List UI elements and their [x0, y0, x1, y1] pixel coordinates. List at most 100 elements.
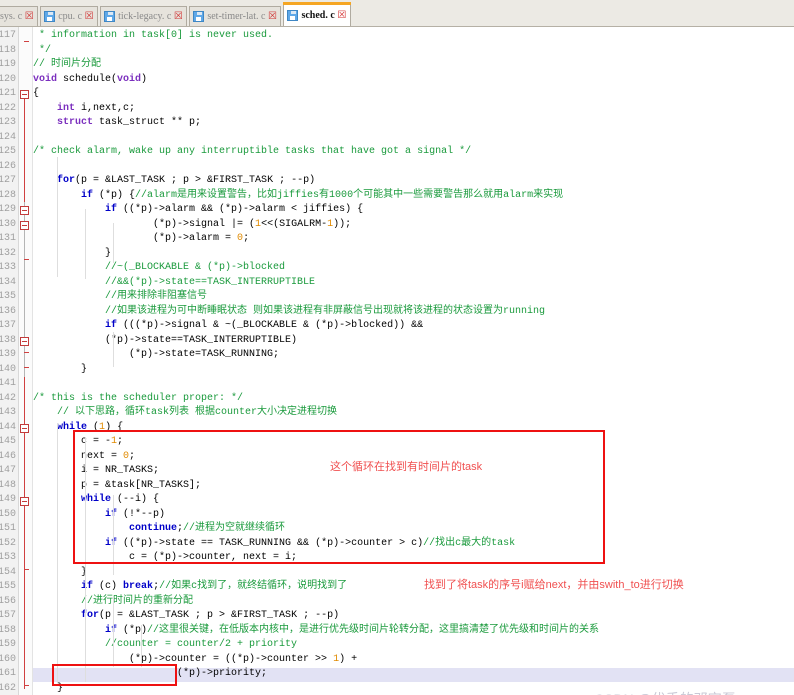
code-line[interactable]: (*p)->signal |= (1<<(SIGALRM-1));: [33, 218, 351, 233]
line-number: 157: [0, 610, 16, 621]
code-text-layer[interactable]: 117 * information in task[0] is never us…: [0, 27, 794, 695]
code-line[interactable]: * information in task[0] is never used.: [33, 29, 273, 44]
code-line[interactable]: //如果该进程为可中断睡眠状态 则如果该进程有非屏蔽信号出现就将该进程的状态设置…: [33, 305, 545, 320]
editor-tab-tick-legacy-c[interactable]: tick-legacy. c ☒: [100, 6, 188, 26]
line-number: 122: [0, 102, 16, 114]
close-icon[interactable]: ☒: [84, 11, 94, 22]
fold-end-tick: [24, 41, 29, 42]
line-number: 135: [0, 291, 16, 302]
code-line[interactable]: if (((*p)->signal & ~(_BLOCKABLE & (*p)-…: [33, 319, 423, 334]
code-line[interactable]: /* this is the scheduler proper: */: [33, 392, 243, 407]
code-line[interactable]: (*p)->state=TASK_RUNNING;: [33, 348, 279, 363]
fold-toggle[interactable]: [20, 90, 29, 99]
close-icon[interactable]: ☒: [173, 11, 183, 22]
fold-end-tick: [24, 367, 29, 368]
line-number: 126: [0, 160, 16, 172]
indent-guide: [85, 209, 86, 279]
tab-label: tick-legacy. c: [118, 11, 172, 22]
line-number: 158: [0, 624, 16, 636]
line-number: 143: [0, 407, 16, 418]
code-line[interactable]: // 时间片分配: [33, 58, 101, 73]
fold-toggle[interactable]: [20, 337, 29, 346]
code-line[interactable]: if (*p) {//alarm是用来设置警告，比如jiffies有1000个可…: [33, 189, 563, 204]
line-number: 139: [0, 349, 16, 360]
code-line[interactable]: }: [33, 566, 87, 581]
fold-end-tick: [24, 259, 29, 260]
highlight-box-switch-to: [52, 664, 177, 686]
line-number: 119: [0, 59, 16, 70]
editor-tab-cpu-c[interactable]: cpu. c ☒: [40, 6, 99, 26]
fold-toggle[interactable]: [20, 206, 29, 215]
line-number: 141: [0, 378, 16, 389]
indent-guide: [113, 223, 114, 263]
line-number: 152: [0, 537, 16, 549]
save-disk-icon: [193, 11, 205, 22]
line-number: 136: [0, 305, 16, 317]
line-number: 117: [0, 30, 16, 41]
save-disk-icon: [287, 10, 299, 21]
line-number: 132: [0, 247, 16, 259]
code-line[interactable]: if (*p)//这里很关键，在低版本内核中，是进行优先级时间片轮转分配，这里搞…: [33, 624, 599, 639]
code-line[interactable]: //~(_BLOCKABLE & (*p)->blocked: [33, 261, 285, 276]
code-line[interactable]: //&&(*p)->state==TASK_INTERRUPTIBLE: [33, 276, 315, 291]
close-icon[interactable]: ☒: [267, 11, 277, 22]
code-line[interactable]: */: [33, 44, 51, 59]
line-number: 160: [0, 653, 16, 665]
code-line[interactable]: }: [33, 363, 87, 378]
close-icon[interactable]: ☒: [24, 11, 34, 22]
code-line[interactable]: // 以下思路，循环task列表 根据counter大小决定进程切换: [33, 406, 337, 421]
code-line[interactable]: }: [33, 247, 111, 262]
line-number: 130: [0, 218, 16, 230]
indent-guide: [113, 597, 114, 667]
close-icon[interactable]: ☒: [337, 10, 347, 21]
code-line[interactable]: if ((*p)->alarm && (*p)->alarm < jiffies…: [33, 203, 363, 218]
code-line[interactable]: (*p)->state==TASK_INTERRUPTIBLE): [33, 334, 297, 349]
line-number: 144: [0, 421, 16, 433]
line-number: 140: [0, 363, 16, 375]
line-number: 142: [0, 392, 16, 404]
code-line[interactable]: if (c) break;//如果c找到了，就终结循环，说明找到了: [33, 580, 347, 595]
line-number: 162: [0, 682, 16, 694]
code-line[interactable]: (*p)->alarm = 0;: [33, 232, 249, 247]
annotation-loop-note: 这个循环在找到有时间片的task: [330, 461, 483, 473]
code-line[interactable]: for(p = &LAST_TASK ; p > &FIRST_TASK ; -…: [33, 174, 315, 189]
line-number: 124: [0, 131, 16, 143]
indent-guide: [57, 423, 58, 683]
line-number: 120: [0, 73, 16, 85]
line-number: 138: [0, 334, 16, 346]
line-number: 133: [0, 262, 16, 273]
fold-toggle[interactable]: [20, 424, 29, 433]
line-number: 155: [0, 581, 16, 592]
line-number: 123: [0, 117, 16, 128]
code-line[interactable]: for(p = &LAST_TASK ; p > &FIRST_TASK ; -…: [33, 609, 339, 624]
fold-end-tick: [24, 685, 29, 686]
line-number: 129: [0, 204, 16, 215]
fold-toggle[interactable]: [20, 221, 29, 230]
line-number: 118: [0, 44, 16, 56]
code-line[interactable]: int i,next,c;: [33, 102, 135, 117]
line-number: 127: [0, 175, 16, 186]
code-line[interactable]: /* check alarm, wake up any interruptibl…: [33, 145, 471, 160]
code-editor-window: sys. c ☒ cpu. c ☒ tick-legacy. c ☒ set-timer-l…: [0, 0, 794, 695]
line-number: 145: [0, 436, 16, 447]
line-number: 156: [0, 595, 16, 607]
fold-rail: [24, 99, 25, 689]
line-number: 153: [0, 552, 16, 563]
code-line[interactable]: //counter = counter/2 + priority: [33, 638, 297, 653]
tab-label: sys. c: [0, 11, 23, 22]
editor-tab-set-timer-lat-c[interactable]: set-timer-lat. c ☒: [189, 6, 282, 26]
line-number: 161: [0, 668, 16, 679]
editor-tab-sched-c[interactable]: sched. c ☒: [283, 2, 352, 26]
code-line[interactable]: //用来排除非阻塞信号: [33, 290, 207, 305]
line-number: 149: [0, 494, 16, 505]
editor-body[interactable]: 117 * information in task[0] is never us…: [0, 27, 794, 695]
fold-end-tick: [24, 569, 29, 570]
tab-label: set-timer-lat. c: [207, 11, 266, 22]
editor-tab-sys-c[interactable]: sys. c ☒: [0, 6, 39, 26]
tab-label: sched. c: [301, 10, 335, 21]
code-line[interactable]: void schedule(void): [33, 73, 147, 88]
code-line[interactable]: {: [33, 87, 39, 102]
fold-toggle[interactable]: [20, 497, 29, 506]
line-number: 134: [0, 276, 16, 288]
code-line[interactable]: struct task_struct ** p;: [33, 116, 201, 131]
